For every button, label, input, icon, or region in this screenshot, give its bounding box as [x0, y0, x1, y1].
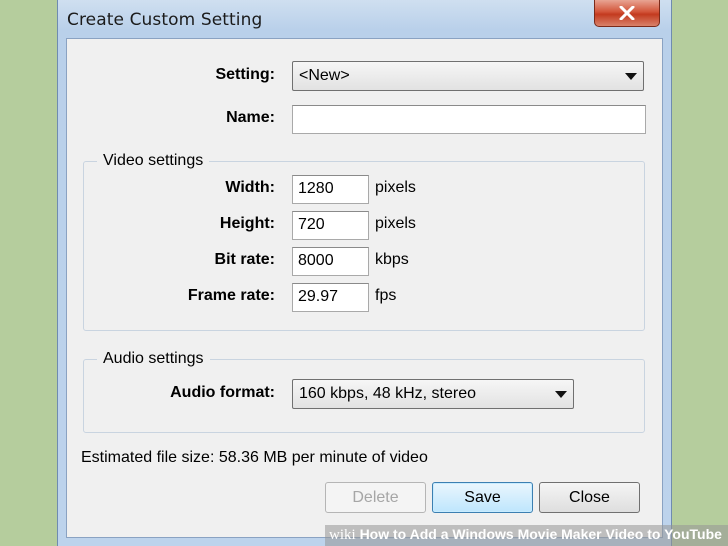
- background-right: [672, 0, 728, 546]
- height-unit: pixels: [375, 215, 416, 232]
- watermark: wiki How to Add a Windows Movie Maker Vi…: [329, 526, 722, 544]
- framerate-label: Frame rate:: [187, 287, 275, 304]
- bitrate-field[interactable]: 8000: [292, 247, 369, 276]
- audio-settings-title: Audio settings: [97, 350, 210, 368]
- dialog-title: Create Custom Setting: [67, 10, 263, 30]
- width-field[interactable]: 1280: [292, 175, 369, 204]
- audio-format-dropdown[interactable]: 160 kbps, 48 kHz, stereo: [292, 379, 574, 409]
- close-icon: [619, 6, 635, 20]
- bitrate-label: Bit rate:: [214, 251, 275, 268]
- delete-button[interactable]: Delete: [325, 482, 426, 513]
- width-unit: pixels: [375, 179, 416, 196]
- setting-label: Setting:: [215, 66, 275, 83]
- close-button[interactable]: Close: [539, 482, 640, 513]
- width-label: Width:: [225, 179, 275, 196]
- name-field[interactable]: [292, 105, 646, 134]
- video-settings-title: Video settings: [97, 152, 210, 170]
- setting-dropdown[interactable]: <New>: [292, 61, 644, 91]
- setting-dropdown-value: <New>: [299, 67, 350, 84]
- chevron-down-icon: [625, 73, 637, 80]
- watermark-text: How to Add a Windows Movie Maker Video t…: [359, 526, 722, 542]
- chevron-down-icon: [555, 391, 567, 398]
- bitrate-unit: kbps: [375, 251, 409, 268]
- window-close-button[interactable]: [594, 0, 660, 27]
- height-field[interactable]: 720: [292, 211, 369, 240]
- create-custom-setting-dialog: Create Custom Setting Setting: <New> Nam…: [57, 0, 672, 546]
- framerate-unit: fps: [375, 287, 397, 304]
- background-left: [0, 0, 57, 546]
- audio-format-label: Audio format:: [170, 384, 275, 401]
- watermark-brand: wiki: [329, 527, 356, 543]
- save-button[interactable]: Save: [432, 482, 533, 513]
- estimated-file-size: Estimated file size: 58.36 MB per minute…: [81, 449, 428, 466]
- audio-format-value: 160 kbps, 48 kHz, stereo: [299, 385, 476, 402]
- height-label: Height:: [219, 215, 275, 232]
- dialog-client-area: Setting: <New> Name: Video settings Widt…: [66, 38, 663, 538]
- name-label: Name:: [226, 109, 275, 126]
- framerate-field[interactable]: 29.97: [292, 283, 369, 312]
